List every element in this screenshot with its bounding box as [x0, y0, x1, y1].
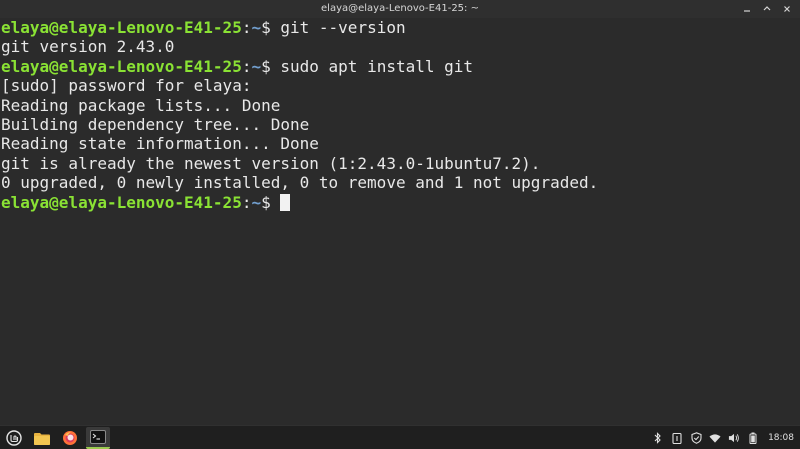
prompt-user-host: elaya@elaya-Lenovo-E41-25 [1, 192, 242, 212]
prompt-user-host: elaya@elaya-Lenovo-E41-25 [1, 18, 242, 37]
output-line: [sudo] password for elaya: [1, 76, 252, 96]
terminal-output: elaya@elaya-Lenovo-E41-25:~$ git --versi… [1, 18, 598, 212]
shield-icon [691, 432, 702, 444]
output-line: Reading state information... Done [1, 134, 319, 154]
maximize-button[interactable] [760, 2, 774, 16]
update-manager-tray[interactable] [690, 432, 702, 444]
output-line: git version 2.43.0 [1, 37, 175, 57]
battery-tray[interactable] [747, 432, 759, 444]
output-line: 0 upgraded, 0 newly installed, 0 to remo… [1, 173, 599, 193]
bluetooth-tray[interactable] [652, 432, 664, 444]
menu-button[interactable] [2, 427, 26, 449]
volume-tray[interactable] [728, 432, 740, 444]
prompt-symbol: $ [261, 18, 281, 37]
bluetooth-icon [654, 432, 661, 444]
clipboard-icon [672, 432, 682, 444]
window-titlebar[interactable]: elaya@elaya-Lenovo-E41-25: ~ [0, 0, 800, 19]
command-text: sudo apt install git [280, 56, 474, 76]
battery-icon [749, 432, 757, 444]
taskbar-launchers [2, 426, 110, 449]
prompt-symbol: $ [261, 56, 281, 76]
clock[interactable]: 18:08 [768, 433, 794, 443]
minimize-button[interactable] [740, 2, 754, 16]
prompt-path: ~ [251, 18, 262, 37]
prompt-line: elaya@elaya-Lenovo-E41-25:~$ sudo apt in… [1, 57, 598, 76]
output-line: git is already the newest version (1:2.4… [1, 153, 541, 173]
command-text: git --version [280, 18, 406, 37]
close-button[interactable] [780, 2, 794, 16]
terminal-button[interactable] [86, 427, 110, 449]
prompt-path: ~ [251, 192, 262, 212]
window-controls [740, 0, 794, 18]
prompt-line: elaya@elaya-Lenovo-E41-25:~$ git --versi… [1, 18, 598, 37]
linux-mint-menu-icon [6, 430, 22, 446]
files-button[interactable] [30, 427, 54, 449]
output-line: Building dependency tree... Done [1, 114, 310, 134]
terminal-area[interactable]: elaya@elaya-Lenovo-E41-25:~$ git --versi… [0, 18, 800, 425]
wifi-icon [709, 433, 721, 443]
terminal-icon [90, 430, 106, 444]
taskbar: 18:08 [0, 425, 800, 449]
output-line: Reading package lists... Done [1, 95, 281, 115]
minimize-icon [744, 10, 750, 12]
prompt-symbol: $ [261, 192, 281, 212]
text-cursor [280, 193, 291, 211]
volume-icon [728, 433, 739, 443]
prompt-path: ~ [251, 56, 262, 76]
prompt-line: elaya@elaya-Lenovo-E41-25:~$ [1, 193, 598, 212]
prompt-user-host: elaya@elaya-Lenovo-E41-25 [1, 56, 242, 76]
clipboard-tray[interactable] [671, 432, 683, 444]
firefox-icon [63, 431, 77, 445]
maximize-icon [763, 6, 771, 11]
close-icon [784, 6, 790, 12]
network-tray[interactable] [709, 432, 721, 444]
desktop: elaya@elaya-Lenovo-E41-25: ~ elaya@elaya… [0, 0, 800, 449]
firefox-button[interactable] [58, 427, 82, 449]
system-tray: 18:08 [652, 426, 794, 449]
window-title: elaya@elaya-Lenovo-E41-25: ~ [321, 3, 479, 14]
folder-icon [34, 432, 50, 445]
